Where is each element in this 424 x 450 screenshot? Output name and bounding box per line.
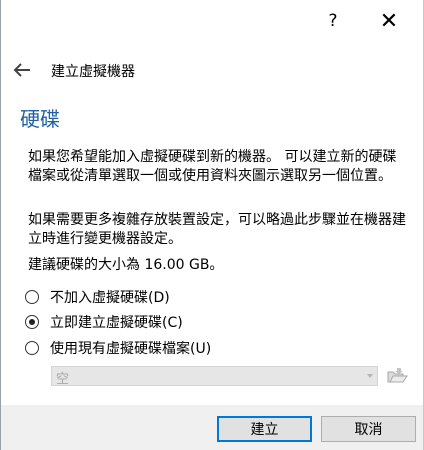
radio-existing-disk[interactable] [25, 341, 39, 355]
wizard-title: 建立虛擬機器 [51, 64, 135, 80]
description-text: 如果您希望能加入虛擬硬碟到新的機器。 可以建立新的硬碟檔案或從清單選取一個或使用… [28, 149, 397, 184]
option-existing-disk-label: 使用現有虛擬硬碟檔案(U) [50, 341, 212, 357]
advanced-storage-note: 如果需要更多複雜存放裝置設定，可以略過此步驟並在機器建立時進行變更機器設定。 [28, 212, 406, 247]
title-bar: ? ✕ [1, 0, 423, 42]
cancel-button[interactable]: 取消 [321, 416, 416, 442]
create-vm-dialog: ? ✕ 建立虛擬機器 硬碟 如果您希望能加入虛擬硬碟到新的機器。 可以建立新的硬… [0, 0, 424, 450]
disk-file-select: 空 [51, 366, 378, 387]
help-button[interactable]: ? [313, 6, 353, 36]
folder-open-icon [386, 366, 408, 386]
close-button[interactable]: ✕ [369, 6, 409, 36]
chevron-down-icon [367, 374, 373, 378]
option-no-disk-label: 不加入虛擬硬碟(D) [50, 290, 170, 306]
option-existing-disk[interactable]: 使用現有虛擬硬碟檔案(U) [25, 338, 211, 358]
option-no-disk[interactable]: 不加入虛擬硬碟(D) [25, 287, 170, 307]
back-arrow-icon[interactable] [13, 62, 31, 78]
option-create-disk[interactable]: 立即建立虛擬硬碟(C) [25, 312, 183, 332]
radio-create-disk[interactable] [25, 315, 39, 329]
dialog-footer: 建立 取消 [1, 405, 423, 450]
create-button[interactable]: 建立 [217, 416, 312, 442]
radio-no-disk[interactable] [25, 290, 39, 304]
page-title: 硬碟 [20, 107, 60, 131]
option-create-disk-label: 立即建立虛擬硬碟(C) [50, 315, 183, 331]
disk-file-value: 空 [56, 372, 70, 387]
recommended-size-text: 建議硬碟的大小為 16.00 GB。 [28, 257, 224, 273]
wizard-header: 建立虛擬機器 [1, 56, 423, 86]
